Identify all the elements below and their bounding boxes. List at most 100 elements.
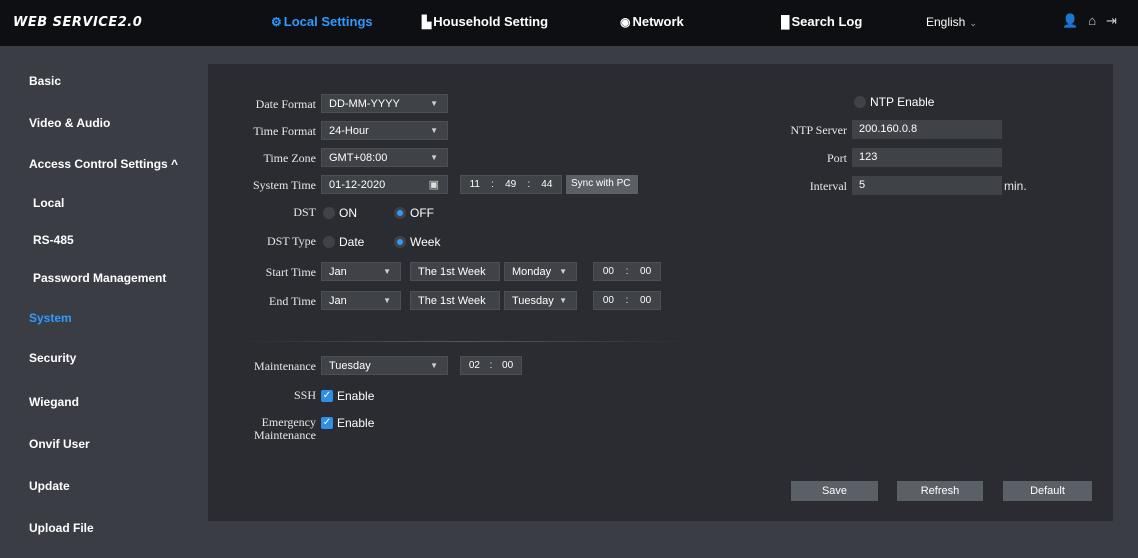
time-separator: : xyxy=(625,295,629,306)
chevron-down-icon: ▼ xyxy=(430,99,438,108)
time-zone-label: Time Zone xyxy=(263,151,316,165)
nav-label: Search Log xyxy=(791,14,863,29)
dst-off-label: OFF xyxy=(410,206,434,220)
end-day-value: Tuesday xyxy=(512,295,554,307)
dst-type-label: DST Type xyxy=(266,234,316,248)
nav-network[interactable]: ◉ Network xyxy=(620,14,684,29)
chevron-down-icon: ▼ xyxy=(383,296,391,305)
date-format-label: Date Format xyxy=(255,97,316,111)
dst-type-week-radio[interactable] xyxy=(394,236,406,248)
sidebar-item-basic[interactable]: Basic xyxy=(29,74,61,88)
user-icon[interactable]: 👤 xyxy=(1062,13,1078,29)
dst-type-date-label: Date xyxy=(339,235,365,249)
system-time-minute: 49 xyxy=(505,179,517,190)
sidebar-item-security[interactable]: Security xyxy=(29,351,76,365)
dst-off-radio[interactable] xyxy=(394,207,406,219)
sidebar-item-update[interactable]: Update xyxy=(29,479,70,493)
time-zone-select[interactable]: GMT+08:00 ▼ xyxy=(321,148,448,167)
sidebar-item-onvif-user[interactable]: Onvif User xyxy=(29,437,90,451)
ntp-server-label: NTP Server xyxy=(790,123,847,137)
default-button[interactable]: Default xyxy=(1003,481,1092,501)
system-settings-panel: Date Format DD-MM-YYYY ▼ Time Format 24-… xyxy=(208,64,1113,521)
brand-logo: WEB SERVICE2.0 xyxy=(13,15,143,30)
time-format-select[interactable]: 24-Hour ▼ xyxy=(321,121,448,140)
dst-on-label: ON xyxy=(339,206,357,220)
emergency-enable-label: Enable xyxy=(337,416,375,430)
sidebar-item-wiegand[interactable]: Wiegand xyxy=(29,395,79,409)
maintenance-day-value: Tuesday xyxy=(329,360,371,372)
maintenance-day-select[interactable]: Tuesday ▼ xyxy=(321,356,448,375)
maintenance-time-hour: 02 xyxy=(468,360,480,371)
sidebar-item-upload-file[interactable]: Upload File xyxy=(29,521,94,535)
start-day-select[interactable]: Monday ▼ xyxy=(504,262,577,281)
time-zone-value: GMT+08:00 xyxy=(329,152,388,164)
time-separator: : xyxy=(625,266,629,277)
end-month-value: Jan xyxy=(329,295,347,307)
time-format-label: Time Format xyxy=(253,124,316,138)
home-icon[interactable]: ⌂ xyxy=(1088,13,1096,29)
nav-search-log[interactable]: █ Search Log xyxy=(781,14,862,29)
sidebar-item-system[interactable]: System xyxy=(29,311,72,325)
start-week-value: The 1st Week xyxy=(418,266,486,278)
end-week-value: The 1st Week xyxy=(418,295,486,307)
end-time-minute: 00 xyxy=(640,295,652,306)
dst-type-week-label: Week xyxy=(410,235,441,249)
end-month-select[interactable]: Jan ▼ xyxy=(321,291,401,310)
date-format-select[interactable]: DD-MM-YYYY ▼ xyxy=(321,94,448,113)
end-time-label: End Time xyxy=(268,294,316,308)
gear-icon: ⚙ xyxy=(271,14,282,29)
sidebar-item-rs485[interactable]: RS-485 xyxy=(33,233,74,247)
start-day-value: Monday xyxy=(512,266,552,278)
sidebar-item-video-audio[interactable]: Video & Audio xyxy=(29,116,110,130)
end-week-select[interactable]: The 1st Week xyxy=(410,291,500,310)
sidebar-item-local[interactable]: Local xyxy=(33,196,64,210)
section-divider xyxy=(239,341,689,342)
ssh-enable-checkbox[interactable]: ✓ xyxy=(321,390,333,402)
dst-on-radio[interactable] xyxy=(323,207,335,219)
maintenance-time-input[interactable]: 02 : 00 xyxy=(460,356,522,375)
end-time-input[interactable]: 00 : 00 xyxy=(593,291,661,310)
chevron-down-icon: ▼ xyxy=(430,153,438,162)
time-separator: : xyxy=(489,360,493,371)
nav-label: Network xyxy=(632,14,684,29)
end-time-hour: 00 xyxy=(602,295,614,306)
emergency-maintenance-label: Emergency Maintenance xyxy=(218,416,316,442)
building-icon: ▙ xyxy=(422,14,432,29)
document-icon: █ xyxy=(781,14,790,29)
interval-input[interactable]: 5 xyxy=(852,176,1002,195)
refresh-button[interactable]: Refresh xyxy=(897,481,983,501)
nav-household-setting[interactable]: ▙ Household Setting xyxy=(422,14,548,29)
start-time-minute: 00 xyxy=(640,266,652,277)
system-time-input[interactable]: 11 : 49 : 44 xyxy=(460,175,562,194)
system-time-label: System Time xyxy=(252,178,316,192)
sync-with-pc-button[interactable]: Sync with PC xyxy=(566,175,638,194)
time-separator: : xyxy=(527,179,531,190)
start-week-select[interactable]: The 1st Week xyxy=(410,262,500,281)
language-select[interactable]: English ⌄ xyxy=(926,15,977,29)
port-input[interactable]: 123 xyxy=(852,148,1002,167)
system-date-input[interactable]: 01-12-2020 ▣ xyxy=(321,175,448,194)
interval-label: Interval xyxy=(809,179,847,193)
nav-label: Local Settings xyxy=(283,14,373,29)
sidebar-item-access-control[interactable]: Access Control Settings ^ xyxy=(29,157,178,171)
end-day-select[interactable]: Tuesday ▼ xyxy=(504,291,577,310)
start-time-input[interactable]: 00 : 00 xyxy=(593,262,661,281)
emergency-label-line2: Maintenance xyxy=(254,428,316,442)
ntp-enable-radio[interactable] xyxy=(854,96,866,108)
logout-icon[interactable]: ⇥ xyxy=(1106,13,1117,29)
top-bar: WEB SERVICE2.0 ⚙ Local Settings ▙ Househ… xyxy=(0,0,1138,46)
sidebar-item-password-management[interactable]: Password Management xyxy=(33,271,166,285)
chevron-down-icon: ▼ xyxy=(559,267,567,276)
maintenance-time-minute: 00 xyxy=(502,360,514,371)
ntp-server-input[interactable]: 200.160.0.8 xyxy=(852,120,1002,139)
calendar-icon[interactable]: ▣ xyxy=(429,178,439,191)
nav-local-settings[interactable]: ⚙ Local Settings xyxy=(271,14,373,29)
save-button[interactable]: Save xyxy=(791,481,878,501)
emergency-enable-checkbox[interactable]: ✓ xyxy=(321,417,333,429)
ntp-enable-label: NTP Enable xyxy=(870,95,935,109)
dst-type-date-radio[interactable] xyxy=(323,236,335,248)
ssh-enable-label: Enable xyxy=(337,389,375,403)
chevron-down-icon: ▼ xyxy=(430,126,438,135)
sidebar: Basic Video & Audio Access Control Setti… xyxy=(0,46,208,558)
start-month-select[interactable]: Jan ▼ xyxy=(321,262,401,281)
